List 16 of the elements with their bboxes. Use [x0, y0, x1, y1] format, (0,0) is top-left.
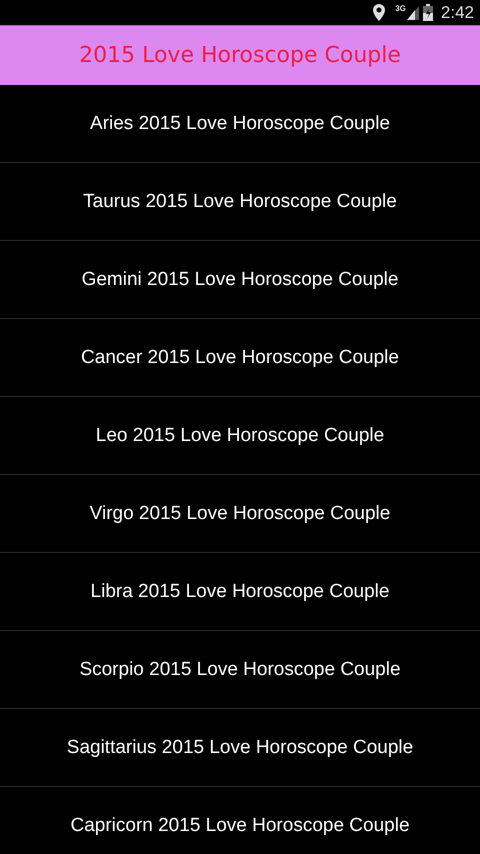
- app-title: 2015 Love Horoscope Couple: [79, 43, 401, 68]
- list-item[interactable]: Aries 2015 Love Horoscope Couple: [0, 85, 480, 163]
- clock-time: 2:42: [440, 2, 474, 22]
- list-item[interactable]: Scorpio 2015 Love Horoscope Couple: [0, 631, 480, 709]
- list-item[interactable]: Cancer 2015 Love Horoscope Couple: [0, 319, 480, 397]
- list-item[interactable]: Leo 2015 Love Horoscope Couple: [0, 397, 480, 475]
- list-item[interactable]: Virgo 2015 Love Horoscope Couple: [0, 475, 480, 553]
- list-item[interactable]: Gemini 2015 Love Horoscope Couple: [0, 241, 480, 319]
- location-pin-icon: [373, 4, 386, 21]
- list-item[interactable]: Sagittarius 2015 Love Horoscope Couple: [0, 709, 480, 787]
- list-item[interactable]: Taurus 2015 Love Horoscope Couple: [0, 163, 480, 241]
- signal-icon: [406, 6, 419, 20]
- list-item[interactable]: Libra 2015 Love Horoscope Couple: [0, 553, 480, 631]
- network-type: 3G: [395, 4, 406, 13]
- battery-icon: [422, 4, 433, 21]
- list-item[interactable]: Capricorn 2015 Love Horoscope Couple: [0, 787, 480, 854]
